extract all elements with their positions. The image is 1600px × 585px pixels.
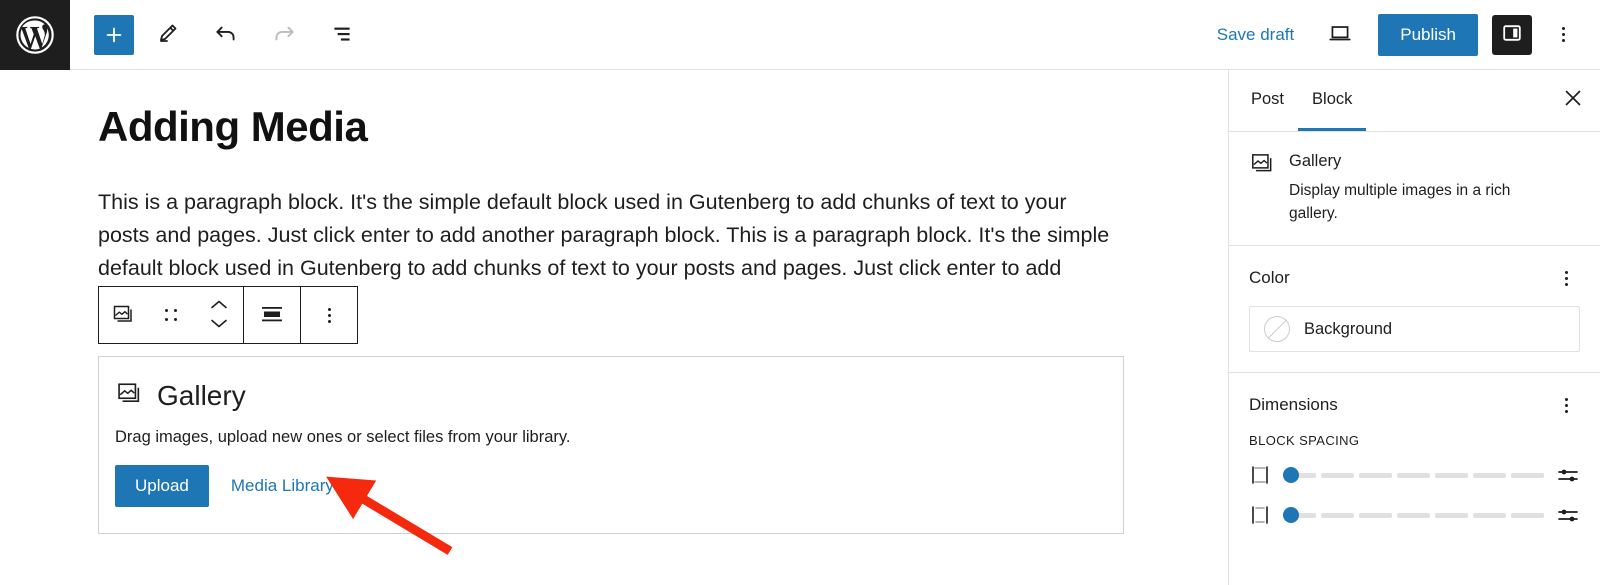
sidebar-panel-icon [1500,21,1524,48]
background-color-button[interactable]: Background [1249,306,1580,352]
sidebar-block-description: Display multiple images in a rich galler… [1289,182,1511,222]
add-block-button[interactable] [94,14,134,55]
redo-arrow-icon [271,20,297,49]
no-color-swatch-icon [1264,316,1290,342]
vertical-ellipsis-icon [1564,403,1568,407]
wordpress-logo-icon [15,15,55,55]
color-section-title: Color [1249,268,1290,287]
gallery-placeholder-header: Gallery [99,357,1123,412]
color-section-menu-button[interactable] [1552,264,1580,292]
save-draft-button[interactable]: Save draft [1209,19,1303,51]
block-toolbar-group-align [244,287,300,343]
align-button[interactable] [244,287,300,343]
list-view-button[interactable] [318,11,366,59]
redo-button[interactable] [260,11,308,59]
editor-more-menu-button[interactable] [1546,15,1580,55]
vertical-ellipsis-icon [1561,27,1565,30]
vertical-ellipsis-icon [1561,39,1565,42]
gallery-placeholder-description: Drag images, upload new ones or select f… [115,428,571,446]
pencil-icon [156,21,180,48]
background-color-label: Background [1304,319,1393,338]
block-type-button[interactable] [99,287,147,343]
upload-button[interactable]: Upload [115,465,209,507]
chevron-down-icon [210,317,228,332]
vertical-ellipsis-icon [1564,397,1568,401]
horizontal-spacing-icon [1249,504,1271,526]
edit-tool-button[interactable] [144,11,192,59]
sidebar-block-name: Gallery [1289,152,1342,170]
vertical-ellipsis-icon [1564,270,1568,274]
horizontal-spacing-slider[interactable] [1283,507,1544,523]
vertical-spacing-icon [1249,464,1271,486]
drag-handle-icon [164,308,178,322]
preview-button[interactable] [1316,11,1364,59]
vertical-ellipsis-icon [312,295,346,335]
wordpress-logo-button[interactable] [0,0,70,70]
dimensions-section: Dimensions BLOCK SPACING [1229,373,1600,564]
vertical-spacing-slider[interactable] [1283,467,1544,483]
publish-button[interactable]: Publish [1378,13,1478,56]
vertical-ellipsis-icon [1561,33,1565,36]
chevron-up-icon [210,298,228,313]
editor-canvas: Adding Media This is a paragraph block. … [0,70,1228,585]
gallery-icon [1249,150,1275,181]
dimensions-section-menu-button[interactable] [1552,391,1580,419]
sidebar-tabs: Post Block [1229,70,1600,132]
sidebar-close-button[interactable] [1546,70,1600,131]
settings-sidebar-toggle-button[interactable] [1492,14,1532,55]
list-view-icon [329,20,355,49]
settings-sidebar: Post Block Gallery Display multiple imag… [1228,70,1600,585]
block-drag-handle[interactable] [147,287,195,343]
block-mover-buttons[interactable] [195,287,243,343]
vertical-ellipsis-icon [1564,276,1568,280]
gallery-placeholder-title: Gallery [157,379,246,411]
undo-button[interactable] [202,11,250,59]
tab-block[interactable]: Block [1298,70,1367,131]
slider-thumb[interactable] [1283,507,1299,523]
tab-post[interactable]: Post [1237,70,1298,131]
slider-settings-icon[interactable] [1556,505,1580,525]
horizontal-spacing-slider-row [1249,504,1580,526]
sidebar-block-info-section: Gallery Display multiple images in a ric… [1229,132,1600,246]
block-toolbar [98,286,358,344]
block-toolbar-group-more [301,287,357,343]
close-icon [1563,88,1583,113]
align-center-icon [259,304,285,327]
color-section: Color Background [1229,246,1600,373]
vertical-ellipsis-icon [1564,282,1568,286]
top-bar-left-tools [70,11,366,59]
undo-arrow-icon [213,20,239,49]
block-spacing-label: BLOCK SPACING [1249,433,1360,448]
media-library-link[interactable]: Media Library [221,470,344,502]
slider-thumb[interactable] [1283,467,1299,483]
gallery-placeholder-block[interactable]: Gallery Drag images, upload new ones or … [98,356,1124,534]
block-more-options-button[interactable] [301,287,357,343]
vertical-ellipsis-icon [1564,409,1568,413]
slider-settings-icon[interactable] [1556,465,1580,485]
dimensions-section-title: Dimensions [1249,395,1338,414]
block-toolbar-group-primary [99,287,243,343]
laptop-preview-icon [1327,20,1353,49]
gallery-icon [115,379,143,412]
editor-top-bar: Save draft Publish [0,0,1600,70]
gallery-placeholder-actions: Upload Media Library [99,447,1123,507]
vertical-spacing-slider-row [1249,464,1580,486]
post-title[interactable]: Adding Media [98,103,368,151]
gallery-icon [111,302,135,329]
top-bar-right-tools: Save draft Publish [1209,11,1600,59]
